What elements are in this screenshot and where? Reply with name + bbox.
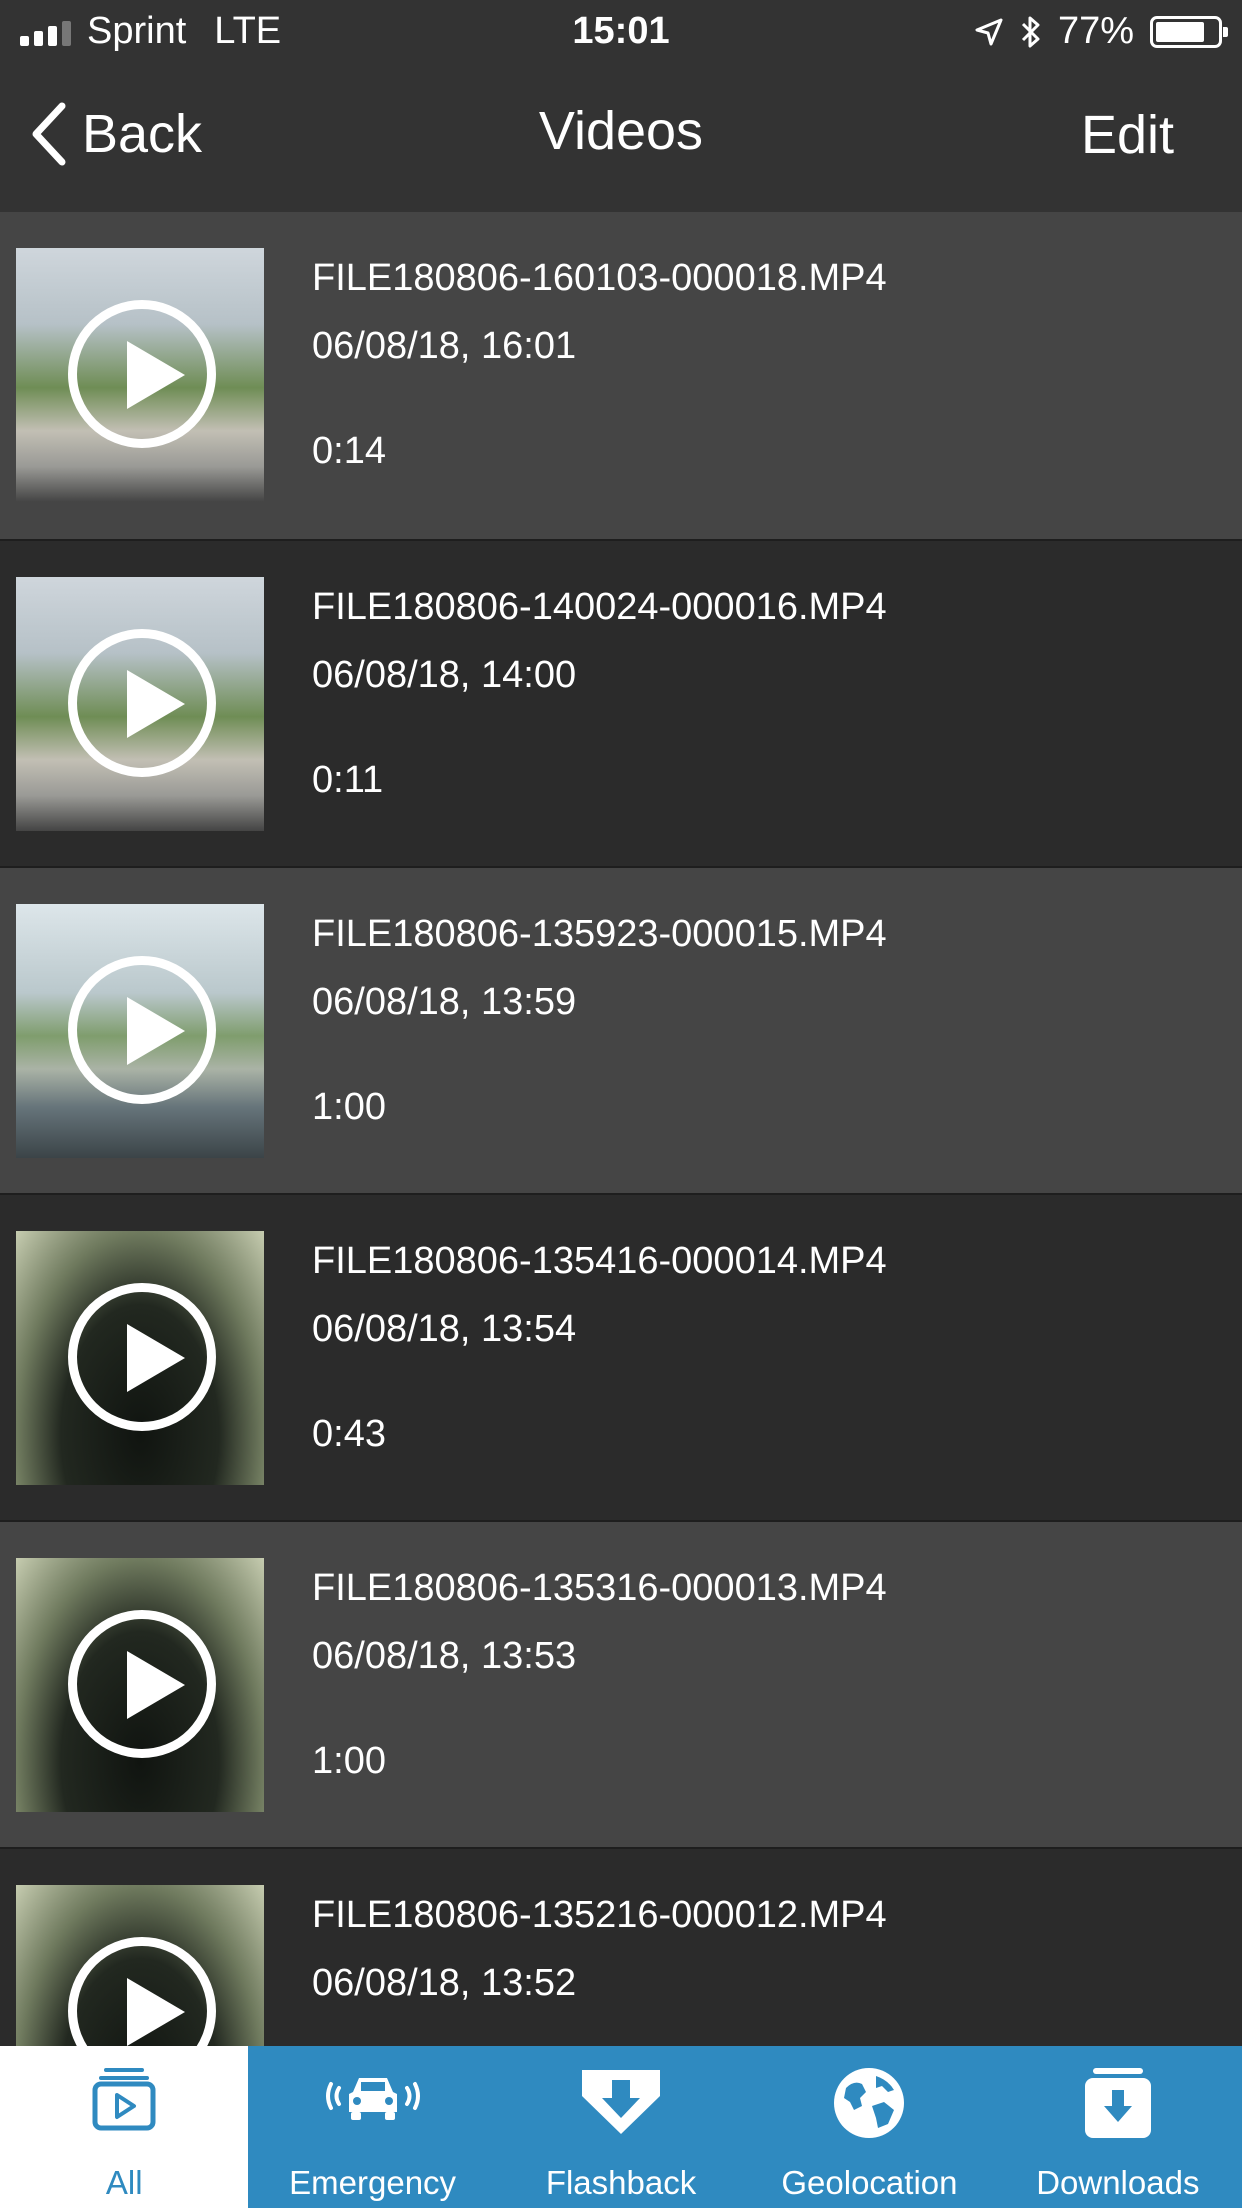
video-filename: FILE180806-135416-000014.MP4 (312, 1240, 887, 1282)
video-info: FILE180806-135416-000014.MP4 06/08/18, 1… (312, 1237, 887, 1353)
navigation-bar: Back Videos Edit (0, 66, 1242, 212)
play-icon[interactable] (68, 1283, 216, 1431)
video-duration: 0:43 (312, 1413, 386, 1455)
video-row[interactable]: FILE180806-135923-000015.MP4 06/08/18, 1… (0, 866, 1242, 1193)
battery-percent: 77% (1057, 10, 1134, 52)
app-screen: Sprint LTE 15:01 77% Back Videos Edit FI… (0, 0, 1242, 2208)
video-info: FILE180806-135216-000012.MP4 06/08/18, 1… (312, 1891, 887, 2007)
tab-flashback[interactable]: Flashback (497, 2046, 745, 2208)
status-bar: Sprint LTE 15:01 77% (0, 0, 1242, 66)
video-filename: FILE180806-135216-000012.MP4 (312, 1894, 887, 1936)
play-icon[interactable] (68, 629, 216, 777)
video-date: 06/08/18, 13:59 (312, 981, 577, 1023)
video-filename: FILE180806-135923-000015.MP4 (312, 913, 887, 955)
video-info: FILE180806-135923-000015.MP4 06/08/18, 1… (312, 910, 887, 1026)
video-filename: FILE180806-160103-000018.MP4 (312, 257, 887, 299)
video-info: FILE180806-160103-000018.MP4 06/08/18, 1… (312, 254, 887, 370)
video-duration: 0:14 (312, 430, 386, 472)
video-list: FILE180806-160103-000018.MP4 06/08/18, 1… (0, 212, 1242, 2174)
video-duration: 1:00 (312, 1740, 386, 1782)
video-date: 06/08/18, 16:01 (312, 325, 577, 367)
tab-all[interactable]: All (0, 2046, 249, 2208)
edit-button[interactable]: Edit (1081, 104, 1174, 166)
globe-icon (834, 2068, 905, 2138)
location-arrow-icon (975, 18, 1003, 45)
bluetooth-icon (1021, 16, 1040, 47)
play-icon[interactable] (68, 300, 216, 448)
video-thumbnail[interactable] (16, 904, 264, 1158)
flashback-arrow-icon (582, 2070, 661, 2134)
video-row[interactable]: FILE180806-140024-000016.MP4 06/08/18, 1… (0, 539, 1242, 866)
video-thumbnail[interactable] (16, 1558, 264, 1812)
video-thumbnail[interactable] (16, 248, 264, 502)
car-emergency-icon (325, 2078, 420, 2120)
video-info: FILE180806-140024-000016.MP4 06/08/18, 1… (312, 583, 887, 699)
video-date: 06/08/18, 13:53 (312, 1635, 577, 1677)
play-icon[interactable] (68, 956, 216, 1104)
video-date: 06/08/18, 13:52 (312, 1962, 577, 2004)
video-date: 06/08/18, 13:54 (312, 1308, 577, 1350)
video-row[interactable]: FILE180806-135416-000014.MP4 06/08/18, 1… (0, 1193, 1242, 1520)
video-thumbnail[interactable] (16, 577, 264, 831)
page-title: Videos (538, 101, 704, 161)
tab-label: Emergency (289, 2164, 457, 2201)
video-row[interactable]: FILE180806-160103-000018.MP4 06/08/18, 1… (0, 212, 1242, 539)
battery-icon (1150, 15, 1228, 48)
status-right: 77% (974, 10, 1228, 53)
video-duration: 1:00 (312, 1086, 386, 1128)
video-filename: FILE180806-135316-000013.MP4 (312, 1567, 887, 1609)
tab-downloads[interactable]: Downloads (994, 2046, 1242, 2208)
tab-label: Geolocation (781, 2164, 958, 2201)
video-library-icon (92, 2068, 156, 2131)
tab-label: Downloads (1036, 2164, 1200, 2201)
tab-label: All (105, 2164, 143, 2201)
video-thumbnail[interactable] (16, 1231, 264, 1485)
video-date: 06/08/18, 14:00 (312, 654, 577, 696)
video-row[interactable]: FILE180806-135316-000013.MP4 06/08/18, 1… (0, 1520, 1242, 1847)
video-info: FILE180806-135316-000013.MP4 06/08/18, 1… (312, 1564, 887, 1680)
tab-geolocation[interactable]: Geolocation (745, 2046, 993, 2208)
video-filename: FILE180806-140024-000016.MP4 (312, 586, 887, 628)
tab-label: Flashback (545, 2164, 697, 2201)
video-duration: 0:11 (312, 759, 384, 801)
tab-emergency[interactable]: Emergency (248, 2046, 496, 2208)
tab-bar: All Emergency Flashback Geolocation Down… (0, 2046, 1242, 2208)
download-box-icon (1084, 2068, 1151, 2138)
play-icon[interactable] (68, 1610, 216, 1758)
